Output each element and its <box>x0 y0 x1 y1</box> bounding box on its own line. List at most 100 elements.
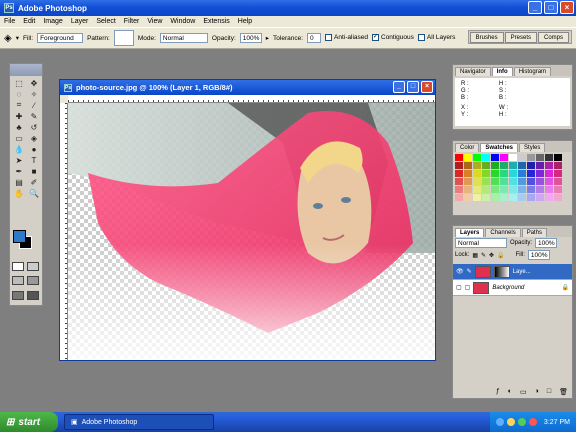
tray-messenger-icon[interactable] <box>517 418 526 426</box>
antialiased-checkbox[interactable]: Anti-aliased <box>325 34 368 42</box>
swatch[interactable] <box>482 186 490 193</box>
swatch[interactable] <box>500 162 508 169</box>
screen-mode-full-icon[interactable] <box>27 276 39 286</box>
dodge-icon[interactable]: ● <box>27 144 41 154</box>
brush-link-icon[interactable]: ✎ <box>467 268 472 275</box>
swatch[interactable] <box>518 162 526 169</box>
clone-stamp-icon[interactable]: ♣ <box>12 122 26 132</box>
swatch[interactable] <box>545 170 553 177</box>
swatch[interactable] <box>509 178 517 185</box>
swatch[interactable] <box>482 178 490 185</box>
swatch[interactable] <box>491 178 499 185</box>
swatch[interactable] <box>464 170 472 177</box>
document-minimize-button[interactable]: _ <box>393 81 405 93</box>
tab-info[interactable]: Info <box>491 67 513 76</box>
maximize-button[interactable]: □ <box>544 1 558 14</box>
pattern-picker[interactable] <box>113 30 134 46</box>
swatch[interactable] <box>545 178 553 185</box>
healing-brush-icon[interactable]: ✚ <box>12 111 26 121</box>
swatch[interactable] <box>509 186 517 193</box>
pen-icon[interactable]: ✒ <box>12 166 26 176</box>
swatch[interactable] <box>491 154 499 161</box>
swatch[interactable] <box>527 178 535 185</box>
menu-filter[interactable]: Filter <box>124 18 140 25</box>
swatch[interactable] <box>500 194 508 201</box>
tray-security-icon[interactable] <box>528 418 537 426</box>
menu-view[interactable]: View <box>147 18 162 25</box>
lock-image-icon[interactable]: ✎ <box>481 252 486 259</box>
new-set-icon[interactable]: ▭ <box>520 388 527 396</box>
palette-tab-brushes[interactable]: Brushes <box>469 31 504 43</box>
contiguous-checkbox[interactable]: ✓ Contiguous <box>372 34 414 42</box>
close-button[interactable]: × <box>560 1 574 14</box>
lasso-icon[interactable]: ◌ <box>12 89 26 99</box>
notes-icon[interactable]: ▤ <box>12 177 26 187</box>
layer-row[interactable]: ▢ ▢ Background 🔒 <box>453 280 572 296</box>
tab-color[interactable]: Color <box>455 143 480 152</box>
swatch[interactable] <box>554 162 562 169</box>
new-layer-icon[interactable]: □ <box>547 388 551 396</box>
swatch[interactable] <box>509 162 517 169</box>
tray-network-icon[interactable] <box>495 418 504 426</box>
swatch[interactable] <box>536 178 544 185</box>
slice-icon[interactable]: ∕ <box>27 100 41 110</box>
swatch[interactable] <box>464 194 472 201</box>
swatch[interactable] <box>500 178 508 185</box>
swatch[interactable] <box>545 194 553 201</box>
swatch[interactable] <box>527 170 535 177</box>
swatch[interactable] <box>500 186 508 193</box>
document-title-bar[interactable]: Ps photo-source.jpg @ 100% (Layer 1, RGB… <box>60 80 435 95</box>
jump-to-imageready-icon[interactable] <box>27 290 39 300</box>
taskbar-item-photoshop[interactable]: ▣ Adobe Photoshop <box>64 414 214 430</box>
opacity-field[interactable]: 100% <box>239 33 262 43</box>
swatch[interactable] <box>482 162 490 169</box>
minimize-button[interactable]: _ <box>528 1 542 14</box>
palette-tab-comps[interactable]: Comps <box>537 31 569 43</box>
link-icon[interactable]: ▢ <box>465 284 471 291</box>
move-icon[interactable]: ✥ <box>27 78 41 88</box>
lock-all-icon[interactable]: 🔒 <box>497 252 504 259</box>
swatch[interactable] <box>527 162 535 169</box>
tab-styles[interactable]: Styles <box>519 143 546 152</box>
swatch[interactable] <box>509 194 517 201</box>
swatch[interactable] <box>518 178 526 185</box>
swatch[interactable] <box>518 154 526 161</box>
tray-volume-icon[interactable] <box>506 418 515 426</box>
standard-mode-icon[interactable] <box>12 262 24 271</box>
swatch[interactable] <box>536 154 544 161</box>
blend-mode-select[interactable]: Normal <box>455 238 507 248</box>
swatch[interactable] <box>455 178 463 185</box>
swatch[interactable] <box>536 186 544 193</box>
swatch[interactable] <box>536 170 544 177</box>
menu-window[interactable]: Window <box>170 18 195 25</box>
layer-opacity-field[interactable]: 100% <box>535 238 558 248</box>
document-close-button[interactable]: × <box>421 81 433 93</box>
layer-fill-field[interactable]: 100% <box>527 250 550 260</box>
tolerance-field[interactable]: 0 <box>307 33 322 43</box>
swatch[interactable] <box>554 186 562 193</box>
layer-row[interactable]: 👁 ✎ Laye... <box>453 264 572 280</box>
eye-icon[interactable]: ▢ <box>456 284 462 291</box>
swatch[interactable] <box>455 162 463 169</box>
marquee-icon[interactable]: ⬚ <box>12 78 26 88</box>
tab-layers[interactable]: Layers <box>455 228 485 237</box>
swatch[interactable] <box>509 154 517 161</box>
swatch[interactable] <box>473 162 481 169</box>
mode-select[interactable]: Normal <box>159 33 208 43</box>
swatch[interactable] <box>464 186 472 193</box>
swatch[interactable] <box>536 162 544 169</box>
swatch[interactable] <box>482 194 490 201</box>
swatch[interactable] <box>473 194 481 201</box>
zoom-icon[interactable]: 🔍 <box>27 188 41 198</box>
paint-bucket-icon[interactable]: ◈ <box>4 33 12 44</box>
swatch[interactable] <box>554 154 562 161</box>
swatch[interactable] <box>509 170 517 177</box>
swatch[interactable] <box>455 154 463 161</box>
opacity-arrow-icon[interactable]: ▸ <box>266 34 269 42</box>
brush-icon[interactable]: ✎ <box>27 111 41 121</box>
menu-edit[interactable]: Edit <box>23 18 35 25</box>
swatch[interactable] <box>491 186 499 193</box>
swatch[interactable] <box>518 170 526 177</box>
toolbox-header[interactable] <box>10 64 42 76</box>
swatch[interactable] <box>455 186 463 193</box>
